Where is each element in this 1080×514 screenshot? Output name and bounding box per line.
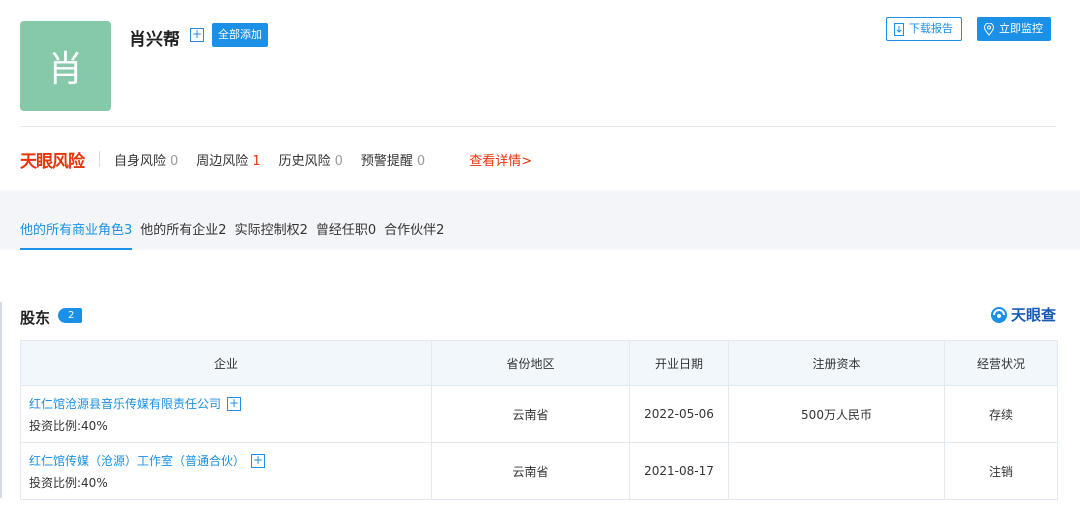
shareholder-table: 企业 省份地区 开业日期 注册资本 经营状况 红仁馆沧源县音乐传媒有限责任公司 +… [20,340,1058,500]
risk-item-warning[interactable]: 预警提醒 0 [361,150,425,169]
avatar: 肖 [20,21,111,111]
risk-bar: 天眼风险 自身风险 0 周边风险 1 历史风险 0 预警提醒 0 查看详情> [20,148,532,172]
view-details-link[interactable]: 查看详情> [469,150,532,169]
location-pin-icon [983,22,995,36]
tianyancha-logo-text: 天眼查 [1010,306,1056,324]
date-cell: 2021-08-17 [629,442,729,500]
document-icon [894,22,904,36]
tab-business-roles[interactable]: 他的所有商业角色3 [20,204,133,250]
status-cell: 存续 [944,385,1058,443]
company-cell: 红仁馆传媒（沧源）工作室（普通合伙） + 投资比例:40% [20,442,432,500]
risk-logo: 天眼风险 [20,151,85,172]
section-accent-bar [0,302,2,498]
company-cell: 红仁馆沧源县音乐传媒有限责任公司 + 投资比例:40% [20,385,432,443]
tab-partners[interactable]: 合作伙伴2 [384,204,444,250]
investment-ratio: 投资比例:40% [29,418,108,433]
plus-icon[interactable]: + [227,397,242,411]
tab-bar: 他的所有商业角色3 他的所有企业2 实际控制权2 曾经任职0 合作伙伴2 [0,204,1080,250]
divider [99,151,100,167]
download-report-button[interactable]: 下载报告 [886,17,962,41]
risk-item-surrounding[interactable]: 周边风险 1 [196,150,260,169]
tianyancha-logo: 天眼查 [990,304,1056,325]
shareholder-section: 股东 2 天眼查 企业 省份地区 开业日期 注册资本 经营状况 红仁馆沧源县音乐… [0,250,1080,514]
person-header-card: 肖 肖兴帮 + 全部添加 下载报告 立即监控 天眼风险 自身风险 0 周边风险 1 … [0,0,1080,190]
count-badge: 2 [58,308,83,323]
status-cell: 注销 [944,442,1058,500]
table-row: 红仁馆传媒（沧源）工作室（普通合伙） + 投资比例:40% 云南省 2021-08… [20,442,1058,500]
company-link[interactable]: 红仁馆传媒（沧源）工作室（普通合伙） [29,454,245,468]
monitor-label: 立即监控 [999,22,1043,35]
column-header: 开业日期 [629,340,729,386]
company-link[interactable]: 红仁馆沧源县音乐传媒有限责任公司 [29,397,221,411]
table-row: 红仁馆沧源县音乐传媒有限责任公司 + 投资比例:40% 云南省 2022-05-0… [20,385,1058,443]
capital-cell [728,442,945,500]
column-header: 注册资本 [728,340,945,386]
date-cell: 2022-05-06 [629,385,729,443]
plus-icon[interactable]: + [251,454,266,468]
download-report-label: 下载报告 [909,22,953,35]
risk-item-self[interactable]: 自身风险 0 [114,150,178,169]
section-title: 股东 [20,309,51,327]
province-cell: 云南省 [431,385,630,443]
column-header: 经营状况 [944,340,1058,386]
tab-former-positions[interactable]: 曾经任职0 [316,204,376,250]
table-header-row: 企业 省份地区 开业日期 注册资本 经营状况 [20,340,1058,386]
divider [20,126,1056,127]
tab-actual-control[interactable]: 实际控制权2 [235,204,308,250]
person-name: 肖兴帮 [129,30,180,50]
column-header: 省份地区 [431,340,630,386]
province-cell: 云南省 [431,442,630,500]
tianyancha-logo-icon [990,306,1007,323]
column-header: 企业 [20,340,432,386]
tab-all-companies[interactable]: 他的所有企业2 [140,204,226,250]
add-all-button[interactable]: 全部添加 [212,23,268,47]
monitor-button[interactable]: 立即监控 [977,17,1051,41]
risk-item-history[interactable]: 历史风险 0 [279,150,343,169]
plus-icon[interactable]: + [190,28,204,42]
investment-ratio: 投资比例:40% [29,475,108,490]
capital-cell: 500万人民币 [728,385,945,443]
